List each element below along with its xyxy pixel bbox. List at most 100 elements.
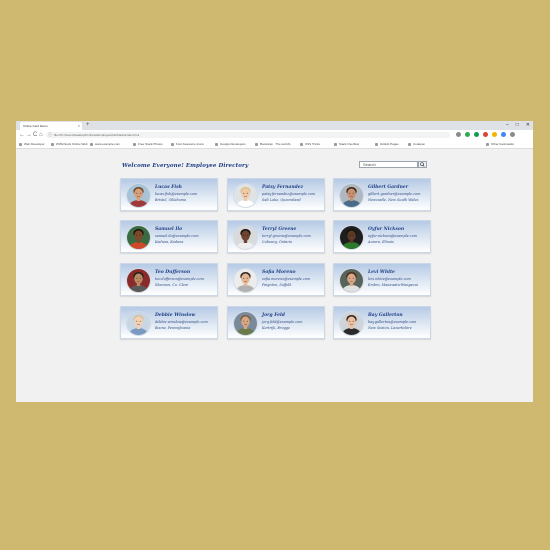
- employee-name: Patsy Fernandez: [262, 185, 304, 190]
- address-bar[interactable]: ⓘ file:///C:/Users/Desktop/html/css/Empl…: [46, 132, 450, 138]
- bookmark-item[interactable]: Bootstrap · The world's: [255, 140, 291, 148]
- bookmark-icon: [300, 142, 303, 146]
- portrait-image: [127, 269, 150, 292]
- extension-icon[interactable]: [465, 132, 470, 137]
- bookmark-item[interactable]: Stack Overflow: [334, 140, 359, 148]
- avatar: [339, 311, 364, 336]
- bookmark-item[interactable]: W3Schools Online Web: [51, 140, 88, 148]
- minimize-button[interactable]: –: [506, 121, 509, 130]
- portrait-image: [234, 184, 257, 207]
- employee-card[interactable]: Gilbert Gardner gilbert.gardner@example.c…: [333, 178, 431, 211]
- close-window-button[interactable]: ✕: [526, 121, 530, 130]
- browser-tab[interactable]: Online Card Demo ×: [20, 122, 82, 130]
- employee-card[interactable]: Oyfur Nickson oyfur.nickson@example.com Au…: [333, 220, 431, 253]
- employee-location: Cobourg, Ontario: [262, 240, 293, 244]
- reload-button[interactable]: C: [33, 130, 37, 140]
- bookmark-label: W3Schools Online Web: [56, 142, 88, 146]
- extension-icon[interactable]: [492, 132, 497, 137]
- browser-window: Online Card Demo × + – □ ✕ ← → C ⌂ ⓘ fil…: [16, 121, 533, 402]
- extension-icon[interactable]: [474, 132, 479, 137]
- portrait-image: [340, 184, 363, 207]
- extension-icon[interactable]: [483, 132, 488, 137]
- bookmark-icon: [90, 142, 93, 146]
- employee-email: debbie.winslow@example.com: [155, 320, 208, 324]
- extension-icon[interactable]: [510, 132, 515, 137]
- extension-icons: [456, 132, 515, 137]
- avatar: [233, 225, 258, 250]
- employee-card[interactable]: Levi White levi.white@example.com Embro, M…: [333, 263, 431, 296]
- bookmark-label: Bootstrap · The world's: [260, 142, 291, 146]
- bookmark-label: Stack Overflow: [339, 142, 360, 146]
- employee-email: jorg.feld@example.com: [262, 320, 303, 324]
- employee-email: bay.gallerton@example.com: [368, 320, 417, 324]
- employee-location: Salt Lake, Queensland: [262, 198, 301, 202]
- employee-name: Gilbert Gardner: [368, 185, 409, 190]
- employee-email: levi.white@example.com: [368, 277, 411, 281]
- employee-location: Newcastle, New South Wales: [368, 198, 419, 202]
- employee-location: Embro, Manawatu-Wanganui: [368, 283, 418, 287]
- bookmark-item[interactable]: Free Stock Photos: [133, 140, 163, 148]
- search-icon: [420, 162, 425, 167]
- employee-location: Aurora, Illinois: [368, 240, 394, 244]
- bookmark-icon: [51, 142, 54, 146]
- portrait-image: [340, 226, 363, 249]
- bookmark-icon: [215, 142, 218, 146]
- employee-card[interactable]: Samuel Ilo samuel.ilo@example.com Kaduna, …: [120, 220, 218, 253]
- employee-email: gilbert.gardner@example.com: [368, 192, 421, 196]
- employee-location: New Seaton, Lanarkshire: [368, 326, 412, 330]
- bookmark-label: Font Awesome Icons: [176, 142, 204, 146]
- extension-icon[interactable]: [456, 132, 461, 137]
- employee-card[interactable]: Teo Dufferson teo.dufferson@example.com Sh…: [120, 263, 218, 296]
- bookmark-label: Codepen: [413, 142, 426, 146]
- home-button[interactable]: ⌂: [39, 130, 43, 140]
- avatar: [233, 183, 258, 208]
- bookmark-icon: [133, 142, 136, 146]
- bookmark-label: www.example.com: [95, 142, 121, 146]
- browser-toolbar: ← → C ⌂ ⓘ file:///C:/Users/Desktop/html/…: [16, 130, 533, 140]
- employee-card[interactable]: Sofia Moreno sofia.moreno@example.com Paig…: [227, 263, 325, 296]
- employee-card[interactable]: Terryl Greene terryl.greene@example.com Co…: [227, 220, 325, 253]
- employee-card[interactable]: Lucas Fish lucas.fish@example.com Bristol,…: [120, 178, 218, 211]
- bookmark-item[interactable]: Other bookmarks: [486, 140, 514, 148]
- bookmark-item[interactable]: Google Developers: [215, 140, 246, 148]
- avatar: [233, 311, 258, 336]
- back-button[interactable]: ←: [19, 130, 25, 140]
- portrait-image: [127, 226, 150, 249]
- bookmark-label: Free Stock Photos: [138, 142, 163, 146]
- employee-location: Bristol, Oklahoma: [155, 198, 186, 202]
- employee-name: Levi White: [368, 270, 395, 275]
- employee-name: Teo Dufferson: [155, 270, 191, 275]
- page-title: Welcome Everyone! Employee Directory: [122, 163, 249, 169]
- page-viewport: Welcome Everyone! Employee Directory Luc…: [16, 149, 533, 402]
- search-input[interactable]: [359, 161, 418, 168]
- bookmark-icon: [255, 142, 258, 146]
- bookmark-item[interactable]: CSS Tricks: [300, 140, 320, 148]
- portrait-image: [127, 184, 150, 207]
- portrait-image: [127, 312, 150, 335]
- employee-email: patsy.fernandez@example.com: [262, 192, 316, 196]
- bookmark-item[interactable]: GitHub Pages: [375, 140, 399, 148]
- employee-card[interactable]: Bay Gallerton bay.gallerton@example.com Ne…: [333, 306, 431, 339]
- bookmark-icon: [19, 142, 22, 146]
- bookmark-item[interactable]: Codepen: [408, 140, 425, 148]
- portrait-image: [234, 312, 257, 335]
- bookmark-item[interactable]: Web Developer: [19, 140, 45, 148]
- search-button[interactable]: [418, 161, 427, 168]
- portrait-image: [234, 269, 257, 292]
- avatar: [339, 268, 364, 293]
- tab-close-icon[interactable]: ×: [78, 122, 80, 130]
- maximize-button[interactable]: □: [516, 121, 519, 130]
- employee-card[interactable]: Jorg Feld jorg.feld@example.com Kortrijk, …: [227, 306, 325, 339]
- bookmark-icon: [486, 142, 489, 146]
- avatar: [233, 268, 258, 293]
- employee-card[interactable]: Patsy Fernandez patsy.fernandez@example.c…: [227, 178, 325, 211]
- extension-icon[interactable]: [501, 132, 506, 137]
- forward-button[interactable]: →: [26, 130, 32, 140]
- new-tab-button[interactable]: +: [86, 121, 90, 130]
- employee-card[interactable]: Debbie Winslow debbie.winslow@example.com…: [120, 306, 218, 339]
- employee-email: lucas.fish@example.com: [155, 192, 198, 196]
- employee-email: terryl.greene@example.com: [262, 234, 311, 238]
- employee-email: samuel.ilo@example.com: [155, 234, 199, 238]
- bookmark-item[interactable]: Font Awesome Icons: [171, 140, 204, 148]
- bookmark-item[interactable]: www.example.com: [90, 140, 120, 148]
